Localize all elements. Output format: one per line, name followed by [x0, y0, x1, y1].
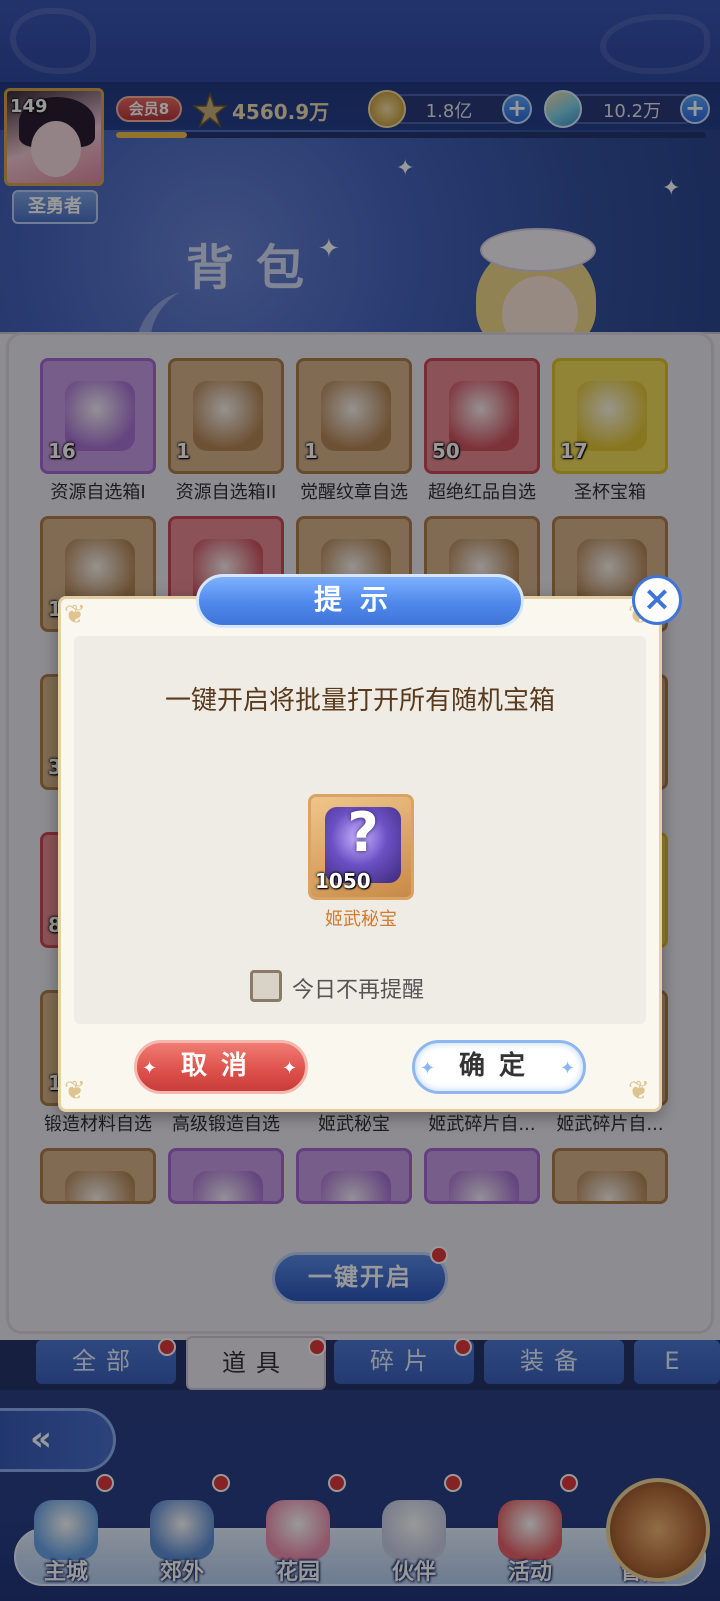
reward-item-name: 姬武秘宝: [325, 909, 397, 930]
dont-remind-checkbox[interactable]: [250, 970, 282, 1002]
reward-item[interactable]: ? 1050: [308, 794, 414, 900]
dont-remind-label[interactable]: 今日不再提醒: [292, 972, 424, 1004]
dialog-title: 提示: [196, 574, 524, 628]
reward-item-count: 1050: [315, 869, 371, 893]
sparkle-icon: ✦: [560, 1058, 576, 1079]
dialog-message: 一键开启将批量打开所有随机宝箱: [164, 686, 555, 716]
sparkle-icon: ✦: [142, 1058, 158, 1079]
corner-ornament-icon: ❦: [64, 1076, 86, 1106]
corner-ornament-icon: ❦: [628, 1076, 650, 1106]
sparkle-icon: ✦: [282, 1058, 298, 1079]
close-button[interactable]: ×: [632, 575, 682, 625]
sparkle-icon: ✦: [420, 1058, 436, 1079]
corner-ornament-icon: ❦: [64, 600, 86, 630]
question-mark-icon: ?: [347, 801, 379, 864]
